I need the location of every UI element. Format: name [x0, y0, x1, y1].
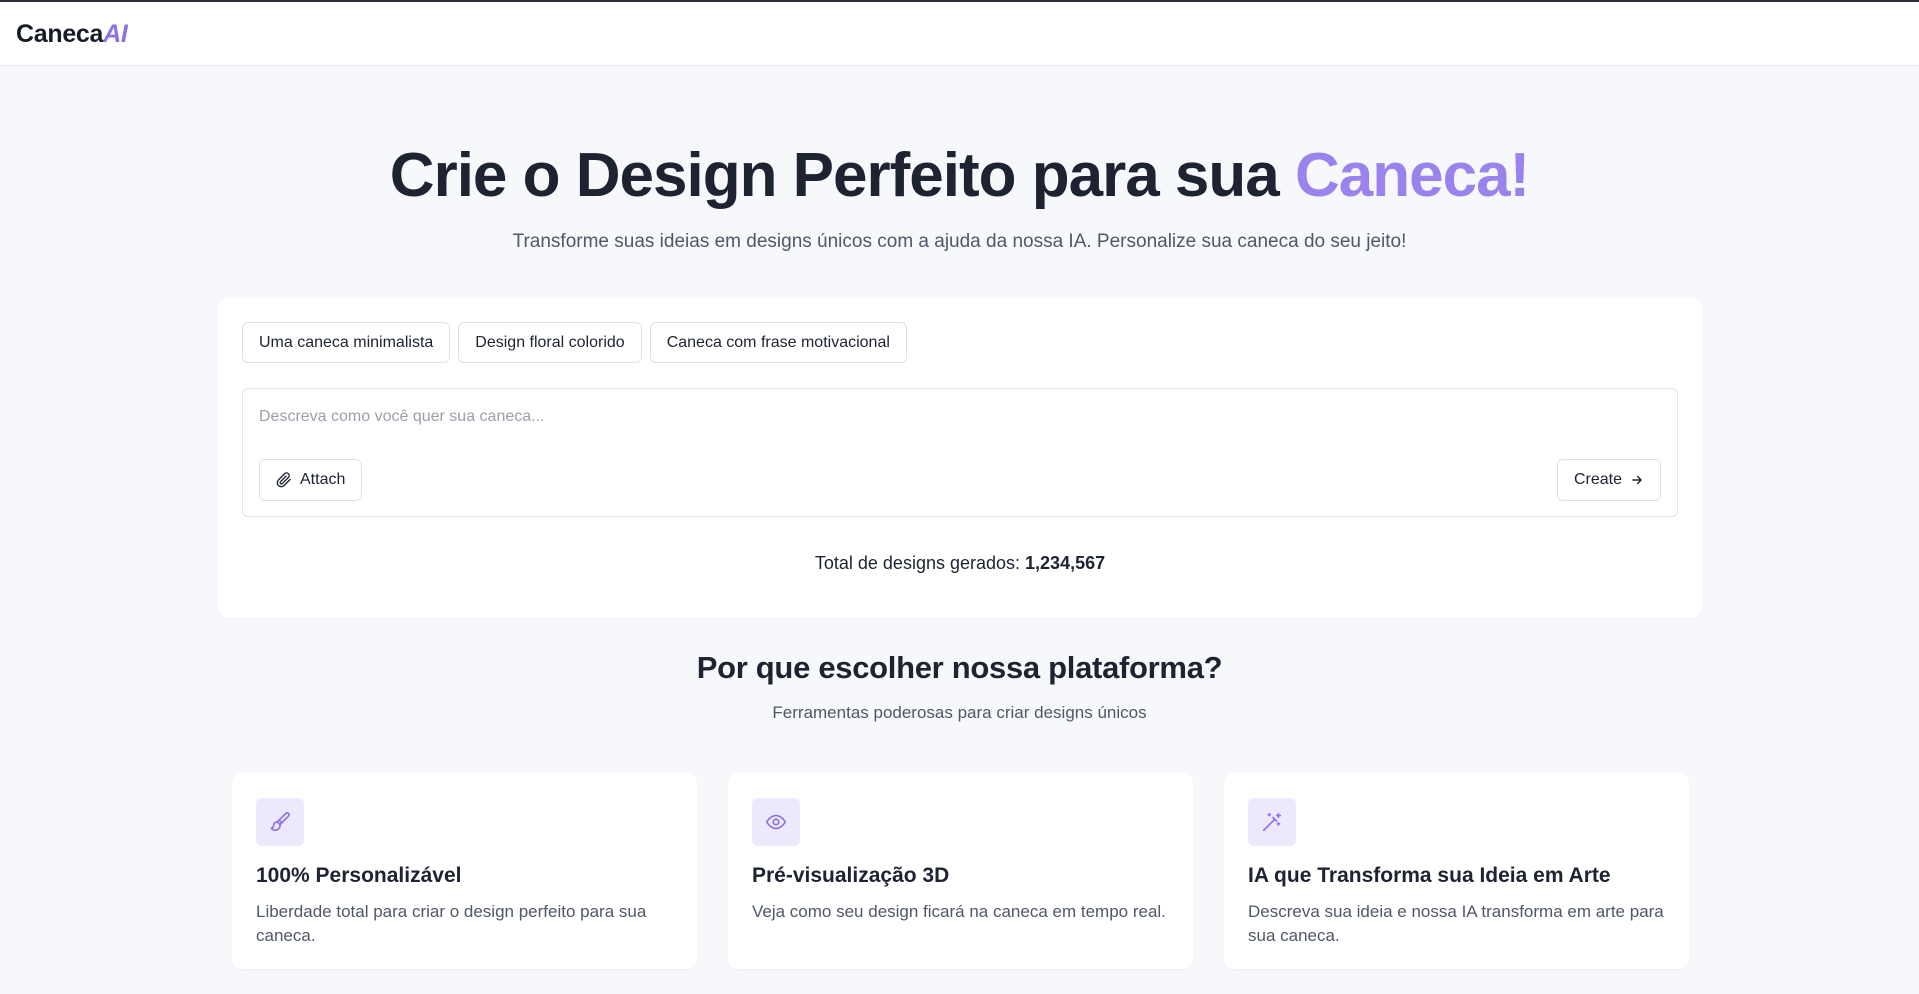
- suggestion-chip-floral[interactable]: Design floral colorido: [458, 322, 642, 363]
- feature-description: Descreva sua ideia e nossa IA transforma…: [1248, 902, 1664, 945]
- total-designs-value: 1,234,567: [1025, 553, 1106, 573]
- brand-logo[interactable]: CanecaAI: [16, 20, 128, 49]
- total-designs-label: Total de designs gerados:: [814, 553, 1021, 573]
- attach-button[interactable]: Attach: [259, 459, 363, 501]
- brand-name: Caneca: [16, 20, 104, 48]
- suggestion-chip-motivational[interactable]: Caneca com frase motivacional: [649, 322, 907, 363]
- create-label: Create: [1573, 471, 1622, 488]
- why-section-title: Por que escolher nossa plataforma?: [696, 650, 1223, 685]
- eye-icon: [752, 798, 800, 846]
- suggestion-chip-minimalist[interactable]: Uma caneca minimalista: [242, 322, 451, 363]
- total-designs-stat: Total de designs gerados: 1,234,567: [218, 553, 1702, 574]
- brand-ai-suffix: AI: [103, 20, 128, 48]
- top-navbar: CanecaAI: [0, 0, 1919, 66]
- magic-wand-icon: [1248, 798, 1296, 846]
- paperclip-icon: [276, 472, 292, 488]
- feature-card-ai-art: IA que Transforma sua Ideia em Arte Desc…: [1224, 773, 1689, 969]
- create-button[interactable]: Create: [1556, 459, 1661, 501]
- prompt-input[interactable]: [259, 405, 1659, 429]
- prompt-box: Attach Create: [242, 388, 1678, 517]
- feature-title: 100% Personalizável: [256, 864, 462, 887]
- why-section-subtitle: Ferramentas poderosas para criar designs…: [772, 703, 1147, 722]
- hero-title: Crie o Design Perfeito para sua Caneca!: [0, 140, 1919, 211]
- suggestion-chips: Uma caneca minimalista Design floral col…: [242, 322, 907, 363]
- feature-description: Liberdade total para criar o design perf…: [256, 902, 647, 945]
- feature-card-customizable: 100% Personalizável Liberdade total para…: [232, 773, 697, 969]
- attach-label: Attach: [300, 471, 346, 488]
- design-generator-card: Uma caneca minimalista Design floral col…: [218, 298, 1702, 618]
- feature-description: Veja como seu design ficará na caneca em…: [752, 902, 1166, 921]
- hero-title-accent: Caneca!: [1294, 141, 1530, 210]
- feature-title: Pré-visualização 3D: [752, 864, 950, 887]
- hero-subtitle: Transforme suas ideias em designs únicos…: [512, 231, 1407, 252]
- hero-title-main: Crie o Design Perfeito para sua: [389, 141, 1295, 210]
- feature-card-3d-preview: Pré-visualização 3D Veja como seu design…: [728, 773, 1193, 969]
- feature-title: IA que Transforma sua Ideia em Arte: [1248, 864, 1611, 887]
- arrow-right-icon: [1630, 473, 1644, 487]
- paintbrush-icon: [256, 798, 304, 846]
